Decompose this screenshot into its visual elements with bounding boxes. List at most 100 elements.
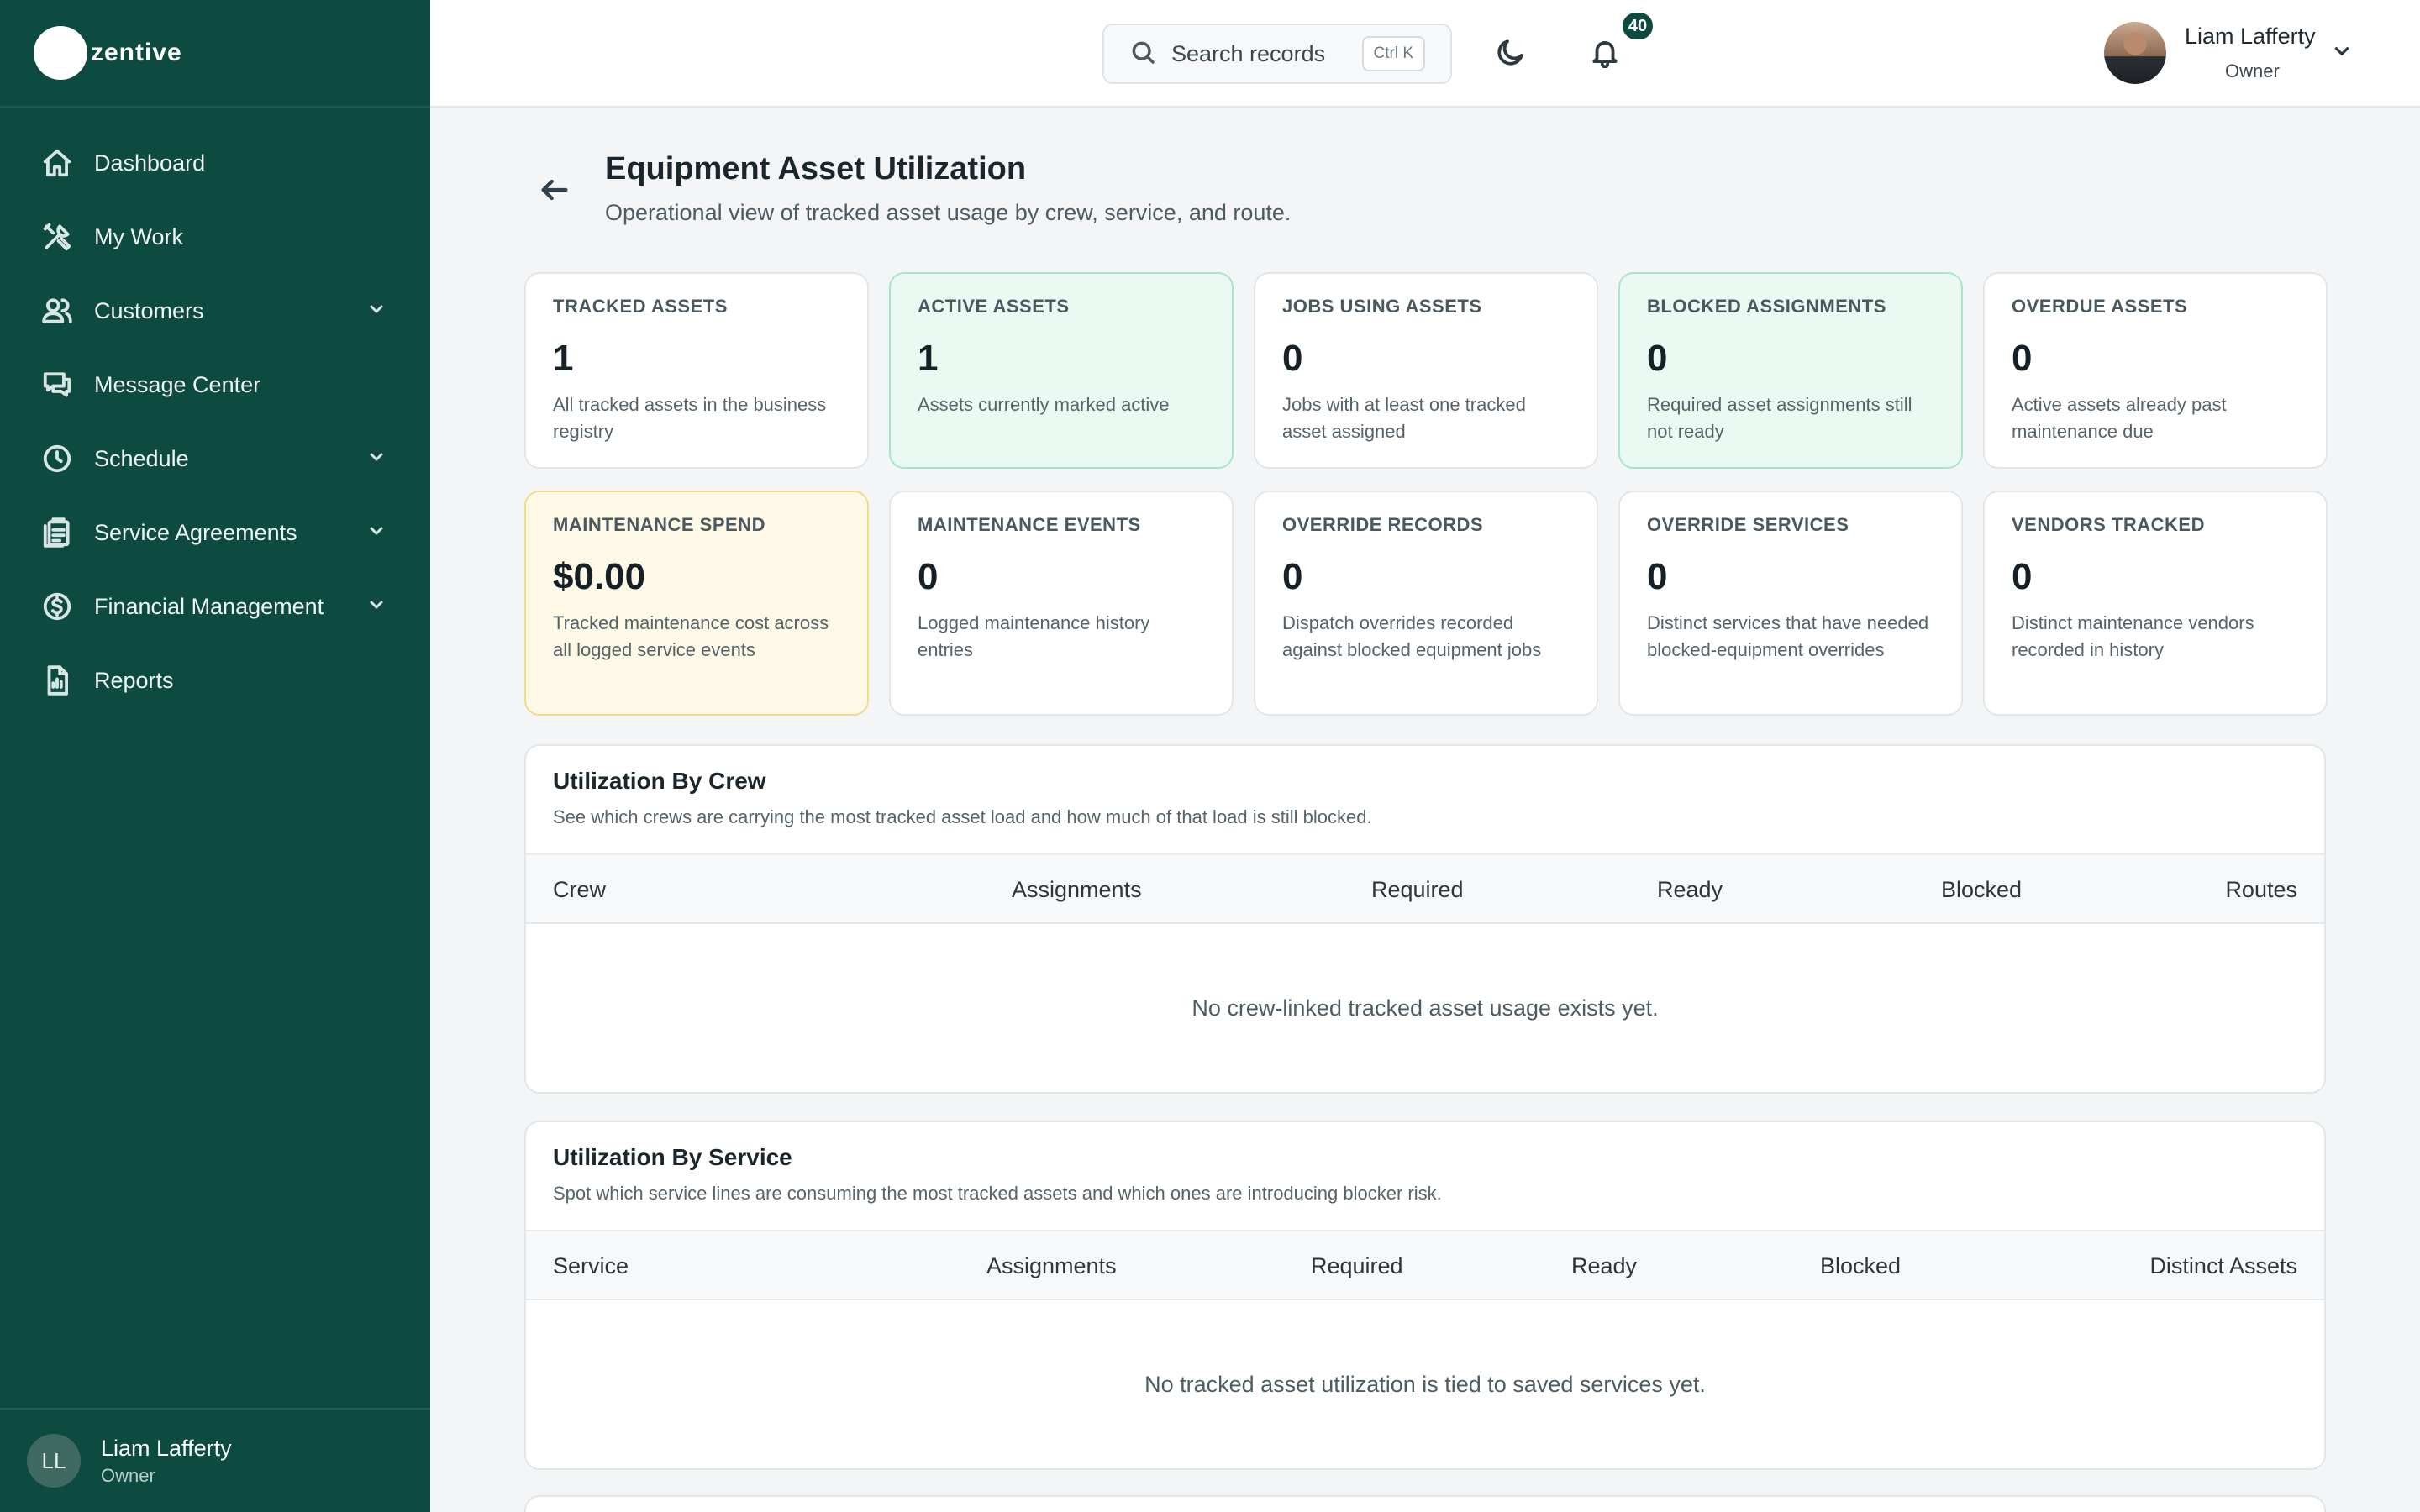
sidebar-user-name: Liam Lafferty (101, 1435, 232, 1461)
stat-cards: TRACKED ASSETS 1 All tracked assets in t… (524, 272, 2328, 716)
clock-icon (40, 442, 74, 475)
column-header-blocked[interactable]: Blocked (1941, 877, 2022, 903)
chevron-down-icon (2331, 47, 2353, 66)
back-button[interactable] (534, 171, 575, 212)
stat-label: JOBS USING ASSETS (1282, 296, 1482, 317)
tools-icon (40, 220, 74, 254)
section-title: Utilization By Service (553, 1144, 792, 1170)
sidebar-item-label: Message Center (94, 371, 261, 397)
search-shortcut: Ctrl K (1361, 36, 1425, 71)
sidebar-item-schedule[interactable]: Schedule (0, 422, 430, 496)
search-icon (1129, 39, 1156, 70)
stat-description: Active assets already past maintenance d… (2012, 394, 2227, 442)
user-menu-button[interactable] (2331, 40, 2353, 66)
brand-logo (34, 26, 87, 80)
sidebar-item-financial-management[interactable]: Financial Management (0, 570, 430, 643)
chevron-down-icon (366, 299, 387, 323)
chevron-down-icon (366, 521, 387, 545)
sidebar-item-dashboard[interactable]: Dashboard (0, 126, 430, 200)
avatar: LL (27, 1434, 81, 1488)
brand[interactable]: zentive (0, 0, 430, 108)
stat-label: ACTIVE ASSETS (918, 296, 1070, 317)
clipboard-icon (40, 516, 74, 549)
stat-card-jobs-using-assets: JOBS USING ASSETS 0 Jobs with at least o… (1254, 272, 1598, 469)
stat-description: Assets currently marked active (918, 394, 1170, 415)
section-title: Utilization By Crew (553, 768, 766, 794)
service-utilization-section: Utilization By Service Spot which servic… (524, 1121, 2326, 1470)
sidebar-user[interactable]: LL Liam Lafferty Owner (0, 1408, 430, 1512)
stat-card-maintenance-spend: MAINTENANCE SPEND $0.00 Tracked maintena… (524, 491, 869, 716)
column-header-crew[interactable]: Crew (553, 877, 606, 903)
column-header-ready[interactable]: Ready (1657, 877, 1723, 903)
users-icon (40, 294, 74, 328)
stat-card-vendors-tracked: VENDORS TRACKED 0 Distinct maintenance v… (1983, 491, 2328, 716)
section-subtitle: Spot which service lines are consuming t… (553, 1183, 1442, 1204)
column-header-assignments[interactable]: Assignments (1012, 877, 1142, 903)
stat-value: 0 (1282, 338, 1303, 379)
stat-card-override-records: OVERRIDE RECORDS 0 Dispatch overrides re… (1254, 491, 1598, 716)
sidebar-item-label: Reports (94, 667, 174, 693)
sidebar-item-reports[interactable]: Reports (0, 643, 430, 717)
column-header-assignments[interactable]: Assignments (986, 1253, 1117, 1279)
stat-label: OVERDUE ASSETS (2012, 296, 2188, 317)
search-button[interactable]: Search records Ctrl K (1102, 24, 1452, 84)
bell-icon (1589, 36, 1621, 72)
sidebar-item-customers[interactable]: Customers (0, 274, 430, 348)
stat-description: Jobs with at least one tracked asset ass… (1282, 394, 1526, 442)
stat-description: All tracked assets in the business regis… (553, 394, 827, 442)
sidebar-item-message-center[interactable]: Message Center (0, 348, 430, 422)
avatar[interactable] (2104, 22, 2166, 84)
stat-label: BLOCKED ASSIGNMENTS (1647, 296, 1886, 317)
stat-description: Distinct maintenance vendors recorded in… (2012, 612, 2254, 660)
stat-value: $0.00 (553, 556, 646, 597)
sidebar-item-label: My Work (94, 223, 183, 249)
stat-label: VENDORS TRACKED (2012, 514, 2205, 535)
sidebar-user-role: Owner (101, 1464, 155, 1486)
stat-label: MAINTENANCE SPEND (553, 514, 765, 535)
document-icon (40, 664, 74, 697)
column-header-required[interactable]: Required (1371, 877, 1464, 903)
next-section (524, 1495, 2326, 1512)
stat-card-override-services: OVERRIDE SERVICES 0 Distinct services th… (1618, 491, 1963, 716)
stat-label: OVERRIDE RECORDS (1282, 514, 1484, 535)
stat-description: Logged maintenance history entries (918, 612, 1150, 660)
sidebar-item-label: Dashboard (94, 150, 206, 176)
arrow-left-icon (538, 173, 571, 211)
stat-value: 0 (918, 556, 939, 597)
stat-value: 1 (918, 338, 939, 379)
column-header-blocked[interactable]: Blocked (1820, 1253, 1901, 1279)
user-role: Owner (2225, 60, 2280, 81)
stat-label: TRACKED ASSETS (553, 296, 728, 317)
page-subtitle: Operational view of tracked asset usage … (605, 200, 1292, 225)
stat-card-overdue-assets: OVERDUE ASSETS 0 Active assets already p… (1983, 272, 2328, 469)
table-header: Crew Assignments Required Ready Blocked … (526, 853, 2324, 924)
stat-value: 0 (2012, 556, 2033, 597)
dollar-circle-icon (40, 590, 74, 623)
stat-description: Tracked maintenance cost across all logg… (553, 612, 829, 660)
stat-card-blocked-assignments: BLOCKED ASSIGNMENTS 0 Required asset ass… (1618, 272, 1963, 469)
stat-description: Dispatch overrides recorded against bloc… (1282, 612, 1542, 660)
empty-state: No tracked asset utilization is tied to … (1144, 1371, 1706, 1397)
user-name[interactable]: Liam Lafferty (2185, 24, 2316, 50)
sidebar-item-label: Service Agreements (94, 519, 297, 545)
moon-icon (1495, 36, 1527, 72)
stat-label: MAINTENANCE EVENTS (918, 514, 1141, 535)
stat-card-maintenance-events: MAINTENANCE EVENTS 0 Logged maintenance … (889, 491, 1234, 716)
table-header: Service Assignments Required Ready Block… (526, 1230, 2324, 1300)
page-title: Equipment Asset Utilization (605, 151, 1027, 186)
sidebar-item-my-work[interactable]: My Work (0, 200, 430, 274)
stat-description: Distinct services that have needed block… (1647, 612, 1929, 660)
stat-label: OVERRIDE SERVICES (1647, 514, 1849, 535)
stat-value: 1 (553, 338, 574, 379)
stat-card-active-assets: ACTIVE ASSETS 1 Assets currently marked … (889, 272, 1234, 469)
stat-value: 0 (1647, 556, 1668, 597)
column-header-required[interactable]: Required (1311, 1253, 1403, 1279)
column-header-service[interactable]: Service (553, 1253, 629, 1279)
sidebar-item-service-agreements[interactable]: Service Agreements (0, 496, 430, 570)
theme-toggle-button[interactable] (1484, 27, 1538, 81)
search-label: Search records (1171, 40, 1326, 66)
column-header-ready[interactable]: Ready (1571, 1253, 1637, 1279)
column-header-routes[interactable]: Routes (2225, 877, 2297, 903)
chat-icon (40, 368, 74, 402)
column-header-distinct-assets[interactable]: Distinct Assets (2149, 1253, 2297, 1279)
